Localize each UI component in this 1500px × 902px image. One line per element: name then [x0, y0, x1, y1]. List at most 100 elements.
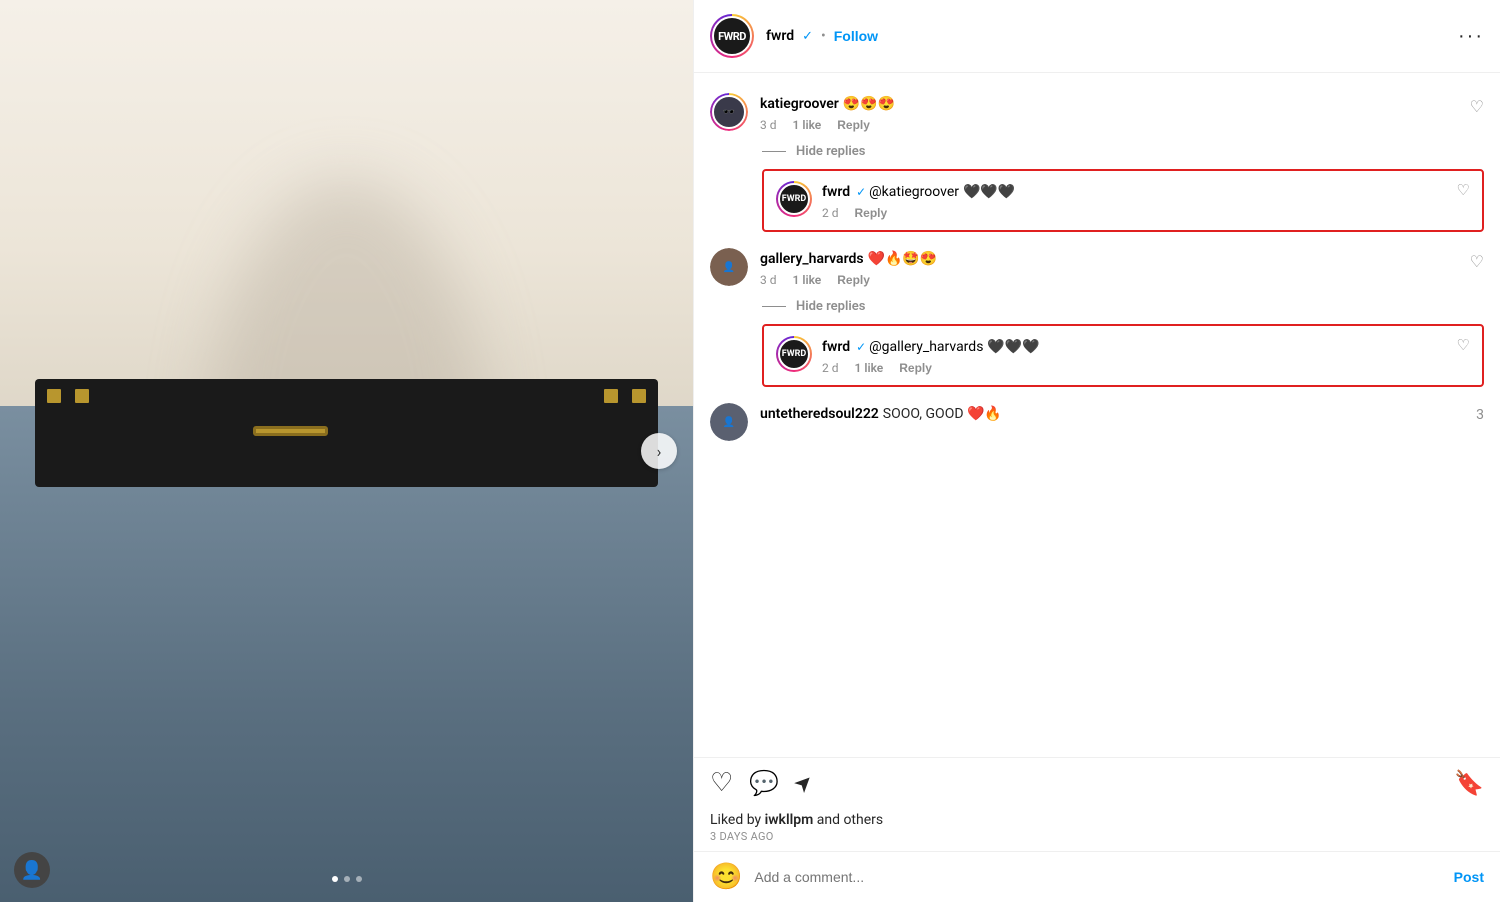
belt-stud: [602, 387, 620, 405]
hide-line-2: [762, 306, 786, 307]
carousel-dot-3[interactable]: [356, 876, 362, 882]
more-options-button[interactable]: ···: [1458, 25, 1484, 48]
katie-comment-meta: 3 d 1 like Reply: [760, 118, 1484, 132]
untethered-username[interactable]: untetheredsoul222: [760, 406, 879, 422]
belt-stud: [73, 387, 91, 405]
katie-reply-button[interactable]: Reply: [837, 118, 870, 132]
untethered-avatar[interactable]: 👤: [710, 403, 748, 441]
belt-region: [35, 379, 659, 487]
reply-katie-time: 2 d: [822, 206, 839, 220]
untethered-avatar-inner: 👤: [710, 403, 748, 441]
untethered-comment-body: untetheredsoul222 SOOO, GOOD ❤️🔥: [760, 403, 1484, 422]
hide-replies-katie[interactable]: Hide replies: [694, 140, 1500, 163]
reply-katie-body: fwrd ✓ @katiegroover 🖤🖤🖤 2 d Reply: [822, 181, 1470, 220]
post-author-avatar-ring[interactable]: FWRD: [710, 14, 754, 58]
katie-heart-icon[interactable]: ♡: [1470, 97, 1484, 116]
carousel-dot-2[interactable]: [344, 876, 350, 882]
likes-prefix: Liked by: [710, 812, 765, 828]
carousel-next-button[interactable]: ›: [641, 433, 677, 469]
likes-user[interactable]: iwkllpm: [765, 812, 814, 828]
post-photo: [0, 0, 693, 902]
carousel-dots: [332, 876, 362, 882]
post-author-username[interactable]: fwrd: [766, 28, 794, 44]
current-user-avatar: 👤: [14, 852, 50, 888]
action-bar: ♡ 💬 ➤ 🔖: [694, 757, 1500, 808]
post-comment-button[interactable]: Post: [1454, 869, 1484, 885]
gallery-comment-meta: 3 d 1 like Reply: [760, 273, 1484, 287]
gallery-avatar[interactable]: 👤: [710, 248, 748, 286]
katie-avatar-inner: 🕶️: [712, 95, 746, 129]
follow-button[interactable]: Follow: [834, 28, 878, 44]
post-author-avatar: FWRD: [712, 16, 752, 56]
like-button[interactable]: ♡: [710, 768, 733, 798]
post-time-ago: 3 days ago: [694, 828, 1500, 851]
carousel-dot-1[interactable]: [332, 876, 338, 882]
save-button[interactable]: 🔖: [1454, 769, 1484, 797]
katie-avatar[interactable]: 🕶️: [710, 93, 748, 131]
header-dot-separator: •: [821, 28, 826, 44]
reply-gallery-heart-icon[interactable]: ♡: [1457, 336, 1470, 354]
comments-scroll-area[interactable]: 🕶️ katiegroover 😍😍😍 3 d 1 like Reply ♡ H…: [694, 73, 1500, 757]
untethered-emoji: SOOO, GOOD ❤️🔥: [883, 406, 1002, 422]
likes-text: Liked by iwkllpm and others: [694, 808, 1500, 828]
belt-buckle: [253, 426, 328, 436]
fwrd-avatar-inner: FWRD: [778, 183, 810, 215]
hide-replies-gallery[interactable]: Hide replies: [694, 295, 1500, 318]
reply-gallery-reply-btn[interactable]: Reply: [899, 361, 932, 375]
header-info: fwrd ✓ • Follow: [766, 28, 1458, 44]
hide-replies-label[interactable]: Hide replies: [796, 144, 865, 159]
gallery-heart-icon[interactable]: ♡: [1470, 252, 1484, 271]
fwrd-verified-reply-2: ✓: [856, 340, 869, 354]
reply-gallery-username[interactable]: fwrd: [822, 339, 850, 355]
reply-katie-reply-btn[interactable]: Reply: [855, 206, 888, 220]
katie-time: 3 d: [760, 118, 777, 132]
katie-comment-body: katiegroover 😍😍😍 3 d 1 like Reply: [760, 93, 1484, 132]
hide-line: [762, 151, 786, 152]
add-comment-input[interactable]: [754, 869, 1441, 885]
reply-katie-emoji: 🖤🖤🖤: [963, 184, 1015, 200]
gallery-username[interactable]: gallery_harvards: [760, 251, 864, 267]
katie-likes[interactable]: 1 like: [793, 118, 822, 132]
comments-panel: FWRD fwrd ✓ • Follow ··· 🕶️ katiegroover…: [693, 0, 1500, 902]
fwrd-verified-reply: ✓: [856, 185, 869, 199]
action-icons-row: ♡ 💬 ➤ 🔖: [710, 768, 1484, 798]
reply-gallery-mention[interactable]: @gallery_harvards: [869, 339, 983, 355]
reply-katie-username[interactable]: fwrd: [822, 184, 850, 200]
reply-gallery-time: 2 d: [822, 361, 839, 375]
gallery-emoji: ❤️🔥🤩😍: [868, 251, 938, 267]
gallery-time: 3 d: [760, 273, 777, 287]
reply-katie-meta: 2 d Reply: [822, 206, 1470, 220]
reply-katie-highlighted: FWRD fwrd ✓ @katiegroover 🖤🖤🖤 2 d Reply …: [762, 169, 1484, 232]
reply-katie-mention[interactable]: @katiegroover: [869, 184, 959, 200]
reply-gallery-emoji: 🖤🖤🖤: [987, 339, 1039, 355]
fwrd-reply-avatar-katie[interactable]: FWRD: [776, 181, 812, 217]
gallery-avatar-inner: 👤: [710, 248, 748, 286]
belt-stud: [630, 387, 648, 405]
fwrd-reply-avatar-gallery[interactable]: FWRD: [776, 336, 812, 372]
reply-gallery-body: fwrd ✓ @gallery_harvards 🖤🖤🖤 2 d 1 like …: [822, 336, 1470, 375]
katie-username[interactable]: katiegroover: [760, 96, 839, 112]
share-button[interactable]: ➤: [789, 768, 820, 799]
post-image-panel: › 👤: [0, 0, 693, 902]
comment-item-gallery: 👤 gallery_harvards ❤️🔥🤩😍 3 d 1 like Repl…: [694, 240, 1500, 295]
user-icon: 👤: [21, 860, 43, 881]
reply-gallery-likes[interactable]: 1 like: [855, 361, 884, 375]
post-header: FWRD fwrd ✓ • Follow ···: [694, 0, 1500, 73]
fwrd-avatar-inner-2: FWRD: [778, 338, 810, 370]
hide-replies-label-2[interactable]: Hide replies: [796, 299, 865, 314]
reply-gallery-meta: 2 d 1 like Reply: [822, 361, 1470, 375]
gallery-reply-button[interactable]: Reply: [837, 273, 870, 287]
comment-item-katie: 🕶️ katiegroover 😍😍😍 3 d 1 like Reply ♡: [694, 85, 1500, 140]
comment-button[interactable]: 💬: [749, 769, 779, 797]
emoji-picker-button[interactable]: 😊: [710, 862, 742, 892]
verified-icon: ✓: [802, 29, 813, 44]
reply-katie-heart-icon[interactable]: ♡: [1457, 181, 1470, 199]
gallery-likes[interactable]: 1 like: [793, 273, 822, 287]
reply-gallery-highlighted: FWRD fwrd ✓ @gallery_harvards 🖤🖤🖤 2 d 1 …: [762, 324, 1484, 387]
gallery-comment-body: gallery_harvards ❤️🔥🤩😍 3 d 1 like Reply: [760, 248, 1484, 287]
untethered-partial: 3: [1476, 407, 1484, 423]
belt-stud: [45, 387, 63, 405]
add-comment-bar: 😊 Post: [694, 851, 1500, 902]
likes-suffix: and others: [813, 812, 883, 828]
katie-emoji: 😍😍😍: [843, 96, 895, 112]
